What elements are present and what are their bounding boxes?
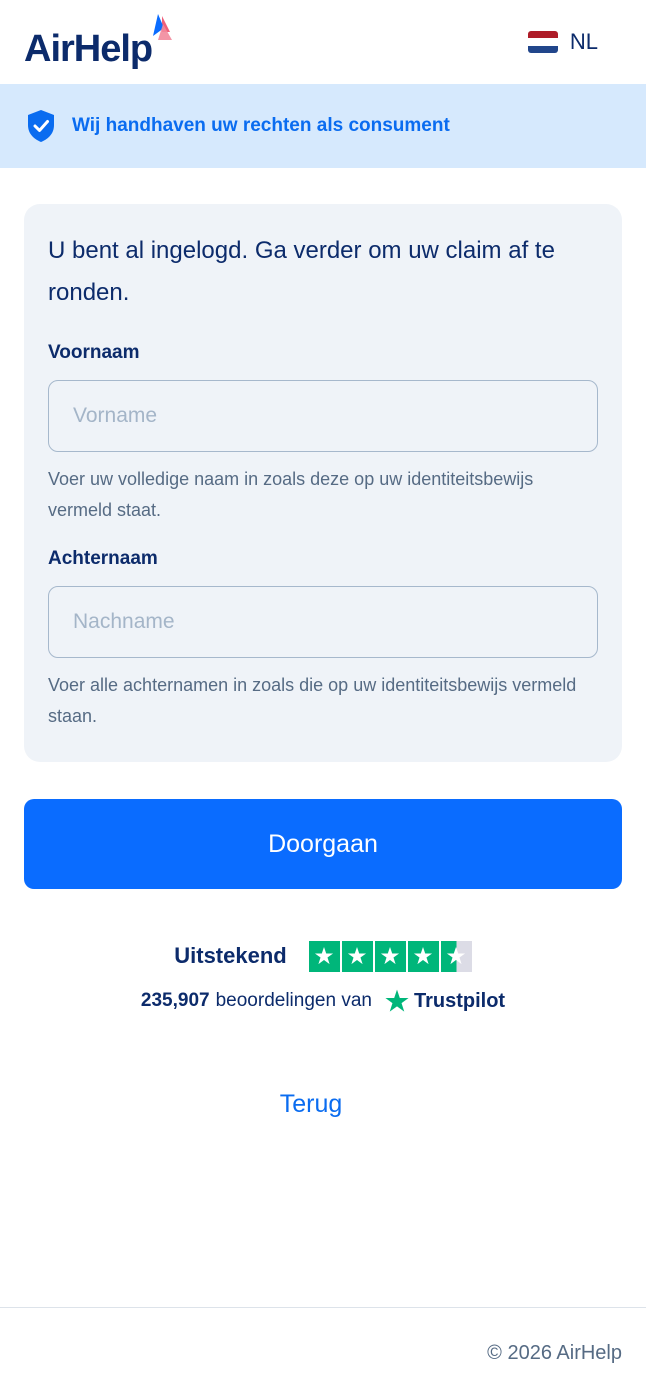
trustpilot-brand: Trustpilot: [384, 988, 505, 1014]
rating-star: [374, 940, 406, 972]
reviews-text: beoordelingen van: [215, 990, 372, 1011]
back-link[interactable]: Terug: [0, 1090, 622, 1119]
first-name-input[interactable]: [48, 380, 598, 452]
star-icon: [348, 947, 367, 965]
footer: © 2026 AirHelp: [0, 1307, 646, 1400]
logo-mark-icon: [153, 14, 172, 40]
star-icon: [381, 947, 400, 965]
rating-star: [341, 940, 373, 972]
rating-star: [440, 940, 472, 972]
rating-star: [407, 940, 439, 972]
flag-stripe-blue: [527, 45, 558, 53]
last-name-hint: Voer alle achternamen in zoals die op uw…: [48, 675, 577, 726]
shield-check-icon: [28, 110, 54, 142]
language-selector[interactable]: NL: [527, 28, 598, 56]
star-icon: [414, 947, 433, 965]
rating-stars: [308, 940, 472, 972]
rating-label: Uitstekend: [174, 943, 287, 968]
trustpilot-reviews[interactable]: 235,907 beoordelingen van Trustpilot: [0, 984, 646, 1018]
first-name-label: Voornaam: [48, 342, 140, 363]
name-form-card: U bent al ingelogd. Ga verder om uw clai…: [24, 204, 622, 762]
header: AirHelp NL: [0, 0, 646, 84]
netherlands-flag-icon: [527, 31, 558, 53]
flag-stripe-white: [527, 38, 558, 46]
flag-stripe-red: [527, 31, 558, 39]
last-name-label: Achternaam: [48, 548, 158, 569]
continue-button[interactable]: Doorgaan: [24, 799, 622, 889]
consumer-rights-banner: Wij handhaven uw rechten als consument: [0, 84, 646, 168]
trustpilot-name: Trustpilot: [413, 989, 506, 1012]
form-title: U bent al ingelogd. Ga verder om uw clai…: [48, 237, 555, 306]
first-name-hint: Voer uw volledige naam in zoals deze op …: [48, 469, 534, 520]
review-count: 235,907: [140, 990, 210, 1011]
language-code: NL: [569, 29, 598, 54]
trustpilot-rating[interactable]: Uitstekend: [0, 938, 646, 974]
rating-star: [308, 940, 340, 972]
copyright: © 2026 AirHelp: [487, 1342, 622, 1364]
star-icon: [447, 947, 466, 965]
star-icon: [315, 947, 334, 965]
logo-text: AirHelp: [24, 28, 153, 70]
last-name-input[interactable]: [48, 586, 598, 658]
banner-text: Wij handhaven uw rechten als consument: [72, 115, 450, 136]
trustpilot-star-icon: [385, 989, 409, 1012]
